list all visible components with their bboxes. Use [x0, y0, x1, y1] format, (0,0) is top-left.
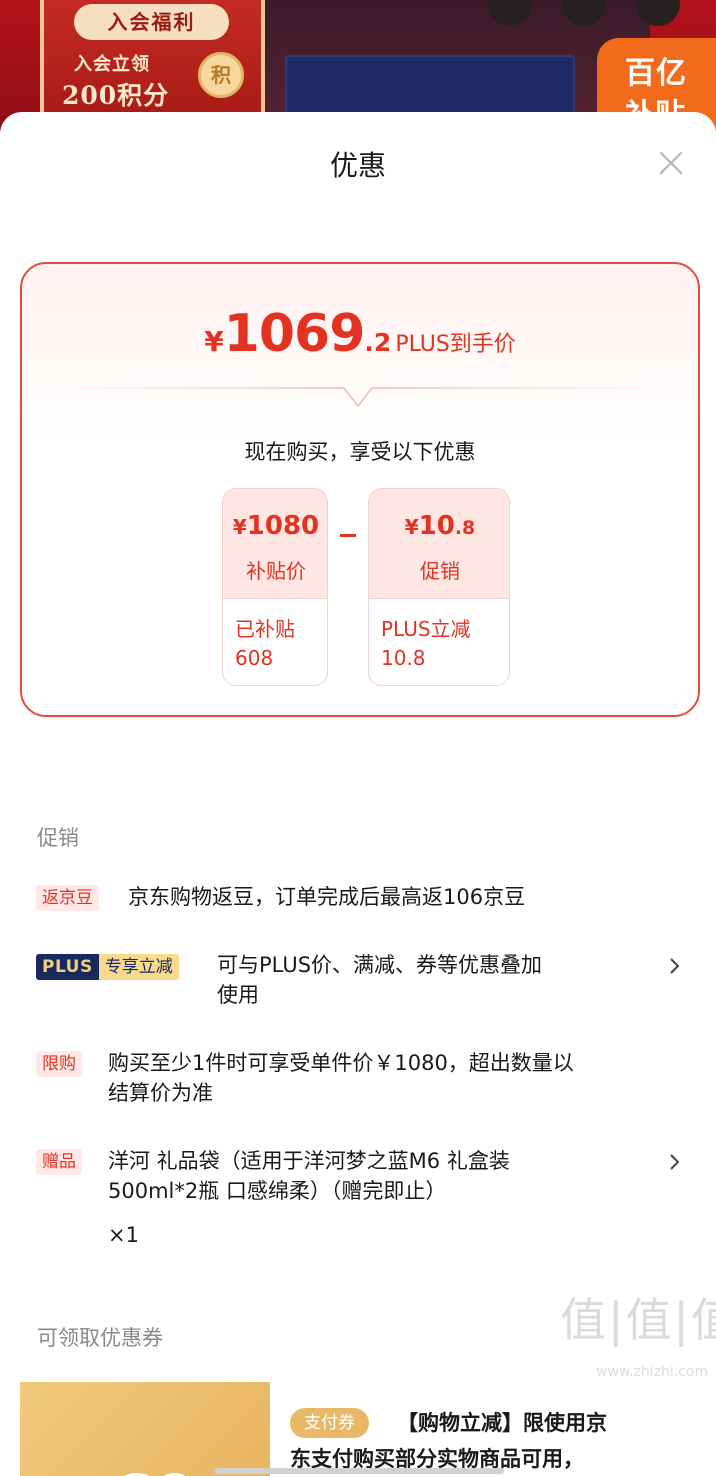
- subsidy-line1: 百亿: [625, 56, 687, 91]
- promotions-label: 促销: [37, 826, 79, 850]
- points-coin-icon: 积: [198, 52, 244, 98]
- promo-tag-gift: 赠品: [36, 1149, 82, 1175]
- promo-text-limit-line1: 购买至少1件时可享受单件价￥1080，超出数量以: [108, 1051, 574, 1075]
- price-integer: 1069: [223, 304, 366, 364]
- subsidy-price-box: ¥1080 补贴价 已补贴608: [222, 488, 328, 686]
- coupon-type-tag: 支付券: [290, 1408, 369, 1438]
- divider-notch: [42, 387, 678, 408]
- promo-text-limit-line2: 结算价为准: [108, 1081, 213, 1105]
- chevron-right-icon[interactable]: [668, 956, 682, 976]
- promo-text-gift-line2: 500ml*2瓶 口感绵柔）（赠完即止）: [108, 1179, 447, 1203]
- promo-row-plus[interactable]: PLUS 专享立减 可与PLUS价、满减、券等优惠叠加 使用: [36, 950, 686, 1014]
- promo-discount-box: ¥10.8 促销 PLUS立减10.8: [368, 488, 510, 686]
- coupon-amount: 60: [112, 1462, 196, 1476]
- minus-operator: [340, 534, 356, 537]
- coupons-label: 可领取优惠券: [37, 1326, 163, 1350]
- subsidy-price-amount: ¥1080: [232, 511, 320, 541]
- plus-final-price: ¥1069.2 PLUS到手价: [22, 304, 698, 364]
- chevron-right-icon[interactable]: [668, 1152, 682, 1172]
- discount-sheet: 优惠 ¥1069.2PLUS到手价 现在购买，享受以下优惠 ¥1080 补贴价: [0, 112, 716, 1476]
- promo-discount-note: PLUS立减10.8: [381, 617, 471, 670]
- promo-text-gift-line1: 洋河 礼品袋（适用于洋河梦之蓝M6 礼盒装: [108, 1149, 510, 1173]
- plus-tag-desc: 专享立减: [98, 954, 179, 980]
- price-currency: ¥: [204, 325, 224, 358]
- sheet-title: 优惠: [329, 149, 386, 182]
- promo-discount-name: 促销: [420, 559, 460, 583]
- promo-tag-limit: 限购: [36, 1051, 82, 1077]
- subsidy-price-name: 补贴价: [246, 559, 306, 583]
- price-tag: PLUS到手价: [395, 332, 516, 357]
- welfare-title: 入会福利: [74, 4, 229, 40]
- subsidy-note: 已补贴608: [235, 617, 295, 670]
- gift-quantity: ×1: [108, 1223, 139, 1247]
- enjoy-label: 现在购买，享受以下优惠: [244, 440, 476, 464]
- plus-tag-label: PLUS: [36, 954, 99, 980]
- coupon-card[interactable]: 60 支付券 【购物立减】限使用京 东支付购买部分实物商品可用，: [20, 1382, 700, 1476]
- promo-row-gift[interactable]: 赠品 洋河 礼品袋（适用于洋河梦之蓝M6 礼盒装 500ml*2瓶 口感绵柔）（…: [36, 1146, 686, 1254]
- promo-tag-jingdou: 返京豆: [36, 885, 99, 911]
- promo-row-jingdou: 返京豆 京东购物返豆，订单完成后最高返106京豆: [36, 882, 686, 916]
- plus-exclusive-tag: PLUS 专享立减: [36, 954, 179, 980]
- welfare-line1: 入会立领: [74, 54, 150, 75]
- welfare-points: 200积分: [62, 81, 170, 110]
- promo-discount-amount: ¥10.8: [404, 511, 476, 541]
- home-indicator: [214, 1468, 504, 1474]
- promo-text-plus-line2: 使用: [217, 983, 259, 1007]
- price-summary-card: ¥1069.2 PLUS到手价 现在购买，享受以下优惠 ¥1080 补贴价 已补贴…: [20, 262, 700, 717]
- promo-row-limit: 限购 购买至少1件时可享受单件价￥1080，超出数量以 结算价为准: [36, 1048, 686, 1112]
- coupon-value-panel: 60: [20, 1382, 270, 1476]
- promo-text-jingdou: 京东购物返豆，订单完成后最高返106京豆: [128, 885, 526, 909]
- price-decimal: .2: [364, 328, 392, 357]
- coupon-desc-line1: 【购物立减】限使用京: [397, 1411, 607, 1435]
- promo-text-plus-line1: 可与PLUS价、满减、券等优惠叠加: [217, 953, 543, 977]
- close-icon[interactable]: [656, 148, 686, 178]
- member-welfare-card[interactable]: 入会福利 入会立领 200积分 积: [40, 0, 265, 125]
